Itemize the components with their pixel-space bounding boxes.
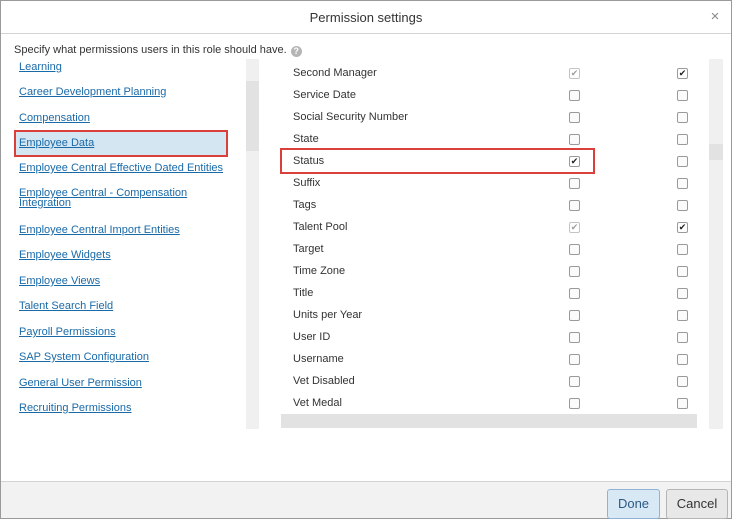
- cancel-button[interactable]: Cancel: [666, 489, 728, 519]
- category-link-7[interactable]: Employee Widgets: [19, 250, 111, 261]
- category-link-8[interactable]: Employee Views: [19, 276, 100, 287]
- view-checkbox: ✔: [569, 68, 580, 79]
- edit-checkbox[interactable]: [677, 310, 688, 321]
- fields-vertical-scrollbar[interactable]: [709, 59, 723, 429]
- field-label: Status: [293, 155, 325, 167]
- field-row: Social Security Number: [280, 107, 700, 129]
- field-label: Talent Pool: [293, 221, 348, 233]
- field-row: Vet Medal: [280, 393, 700, 415]
- edit-checkbox[interactable]: [677, 178, 688, 189]
- category-link-11[interactable]: SAP System Configuration: [19, 352, 149, 363]
- category-link-1[interactable]: Career Development Planning: [19, 87, 166, 98]
- view-checkbox[interactable]: [569, 266, 580, 277]
- edit-checkbox[interactable]: ✔: [677, 68, 688, 79]
- field-row: Second Manager ✔ ✔: [280, 63, 700, 85]
- view-checkbox[interactable]: [569, 398, 580, 409]
- edit-checkbox[interactable]: [677, 376, 688, 387]
- edit-checkbox[interactable]: [677, 200, 688, 211]
- intro-text: Specify what permissions users in this r…: [14, 44, 302, 57]
- field-row: State: [280, 129, 700, 151]
- fields-scrollbar-thumb[interactable]: [709, 144, 723, 160]
- field-row: Username: [280, 349, 700, 371]
- field-label: Units per Year: [293, 309, 363, 321]
- field-label: Social Security Number: [293, 111, 408, 123]
- view-checkbox[interactable]: [569, 244, 580, 255]
- view-checkbox[interactable]: [569, 376, 580, 387]
- field-label: Vet Disabled: [293, 375, 355, 387]
- field-label: State: [293, 133, 319, 145]
- edit-checkbox[interactable]: [677, 266, 688, 277]
- field-label: Vet Medal: [293, 397, 342, 409]
- field-row: Title: [280, 283, 700, 305]
- field-label: Tags: [293, 199, 317, 211]
- edit-checkbox[interactable]: [677, 112, 688, 123]
- view-checkbox[interactable]: [569, 288, 580, 299]
- field-row: Status ✔: [280, 151, 700, 173]
- done-button[interactable]: Done: [607, 489, 660, 519]
- category-scrollbar-thumb[interactable]: [246, 81, 259, 151]
- edit-checkbox[interactable]: [677, 354, 688, 365]
- dialog-footer: Done Cancel: [1, 481, 731, 519]
- field-label: Title: [293, 287, 314, 299]
- fields-horizontal-scrollbar[interactable]: [281, 414, 697, 428]
- field-label: Username: [293, 353, 344, 365]
- category-link-5[interactable]: Employee Central - Compensation Integrat…: [19, 188, 199, 209]
- category-scrollbar[interactable]: [246, 59, 259, 429]
- intro-label: Specify what permissions users in this r…: [14, 44, 287, 56]
- edit-checkbox[interactable]: [677, 134, 688, 145]
- category-link-13[interactable]: Recruiting Permissions: [19, 403, 131, 414]
- help-icon[interactable]: ?: [290, 46, 302, 57]
- dialog-title: Permission settings: [309, 10, 423, 25]
- field-label: User ID: [293, 331, 331, 343]
- edit-checkbox[interactable]: [677, 244, 688, 255]
- field-row: Service Date: [280, 85, 700, 107]
- permission-settings-dialog: Permission settings × Specify what permi…: [0, 0, 732, 519]
- view-checkbox[interactable]: [569, 134, 580, 145]
- field-row: Target: [280, 239, 700, 261]
- edit-checkbox[interactable]: ✔: [677, 222, 688, 233]
- close-icon[interactable]: ×: [708, 9, 722, 24]
- field-row: Time Zone: [280, 261, 700, 283]
- view-checkbox[interactable]: [569, 112, 580, 123]
- category-link-9[interactable]: Talent Search Field: [19, 301, 113, 312]
- view-checkbox[interactable]: [569, 310, 580, 321]
- edit-checkbox[interactable]: [677, 90, 688, 101]
- category-link-10[interactable]: Payroll Permissions: [19, 327, 116, 338]
- field-row: Suffix: [280, 173, 700, 195]
- field-label: Service Date: [293, 89, 356, 101]
- category-link-6[interactable]: Employee Central Import Entities: [19, 225, 180, 236]
- field-row: Tags: [280, 195, 700, 217]
- field-label: Target: [293, 243, 324, 255]
- edit-checkbox[interactable]: [677, 288, 688, 299]
- category-link-2[interactable]: Compensation: [19, 113, 90, 124]
- field-row: Units per Year: [280, 305, 700, 327]
- category-link-4[interactable]: Employee Central Effective Dated Entitie…: [19, 163, 223, 174]
- field-row: User ID: [280, 327, 700, 349]
- view-checkbox[interactable]: [569, 354, 580, 365]
- view-checkbox[interactable]: [569, 332, 580, 343]
- category-list: Learning Career Development Planning Compe…: [10, 59, 260, 429]
- field-label: Suffix: [293, 177, 321, 189]
- view-checkbox[interactable]: ✔: [569, 156, 580, 167]
- edit-checkbox[interactable]: [677, 398, 688, 409]
- field-row: Talent Pool ✔ ✔: [280, 217, 700, 239]
- view-checkbox[interactable]: [569, 200, 580, 211]
- field-label: Second Manager: [293, 67, 377, 79]
- field-permission-list: Second Manager ✔ ✔ Service Date Social Secur…: [280, 59, 724, 429]
- category-link-12[interactable]: General User Permission: [19, 378, 142, 389]
- field-label: Time Zone: [293, 265, 346, 277]
- category-link-3[interactable]: Employee Data: [19, 138, 94, 149]
- view-checkbox: ✔: [569, 222, 580, 233]
- category-link-0[interactable]: Learning: [19, 62, 62, 73]
- view-checkbox[interactable]: [569, 90, 580, 101]
- edit-checkbox[interactable]: [677, 332, 688, 343]
- view-checkbox[interactable]: [569, 178, 580, 189]
- field-row: Vet Disabled: [280, 371, 700, 393]
- edit-checkbox[interactable]: [677, 156, 688, 167]
- dialog-titlebar: Permission settings ×: [1, 1, 731, 34]
